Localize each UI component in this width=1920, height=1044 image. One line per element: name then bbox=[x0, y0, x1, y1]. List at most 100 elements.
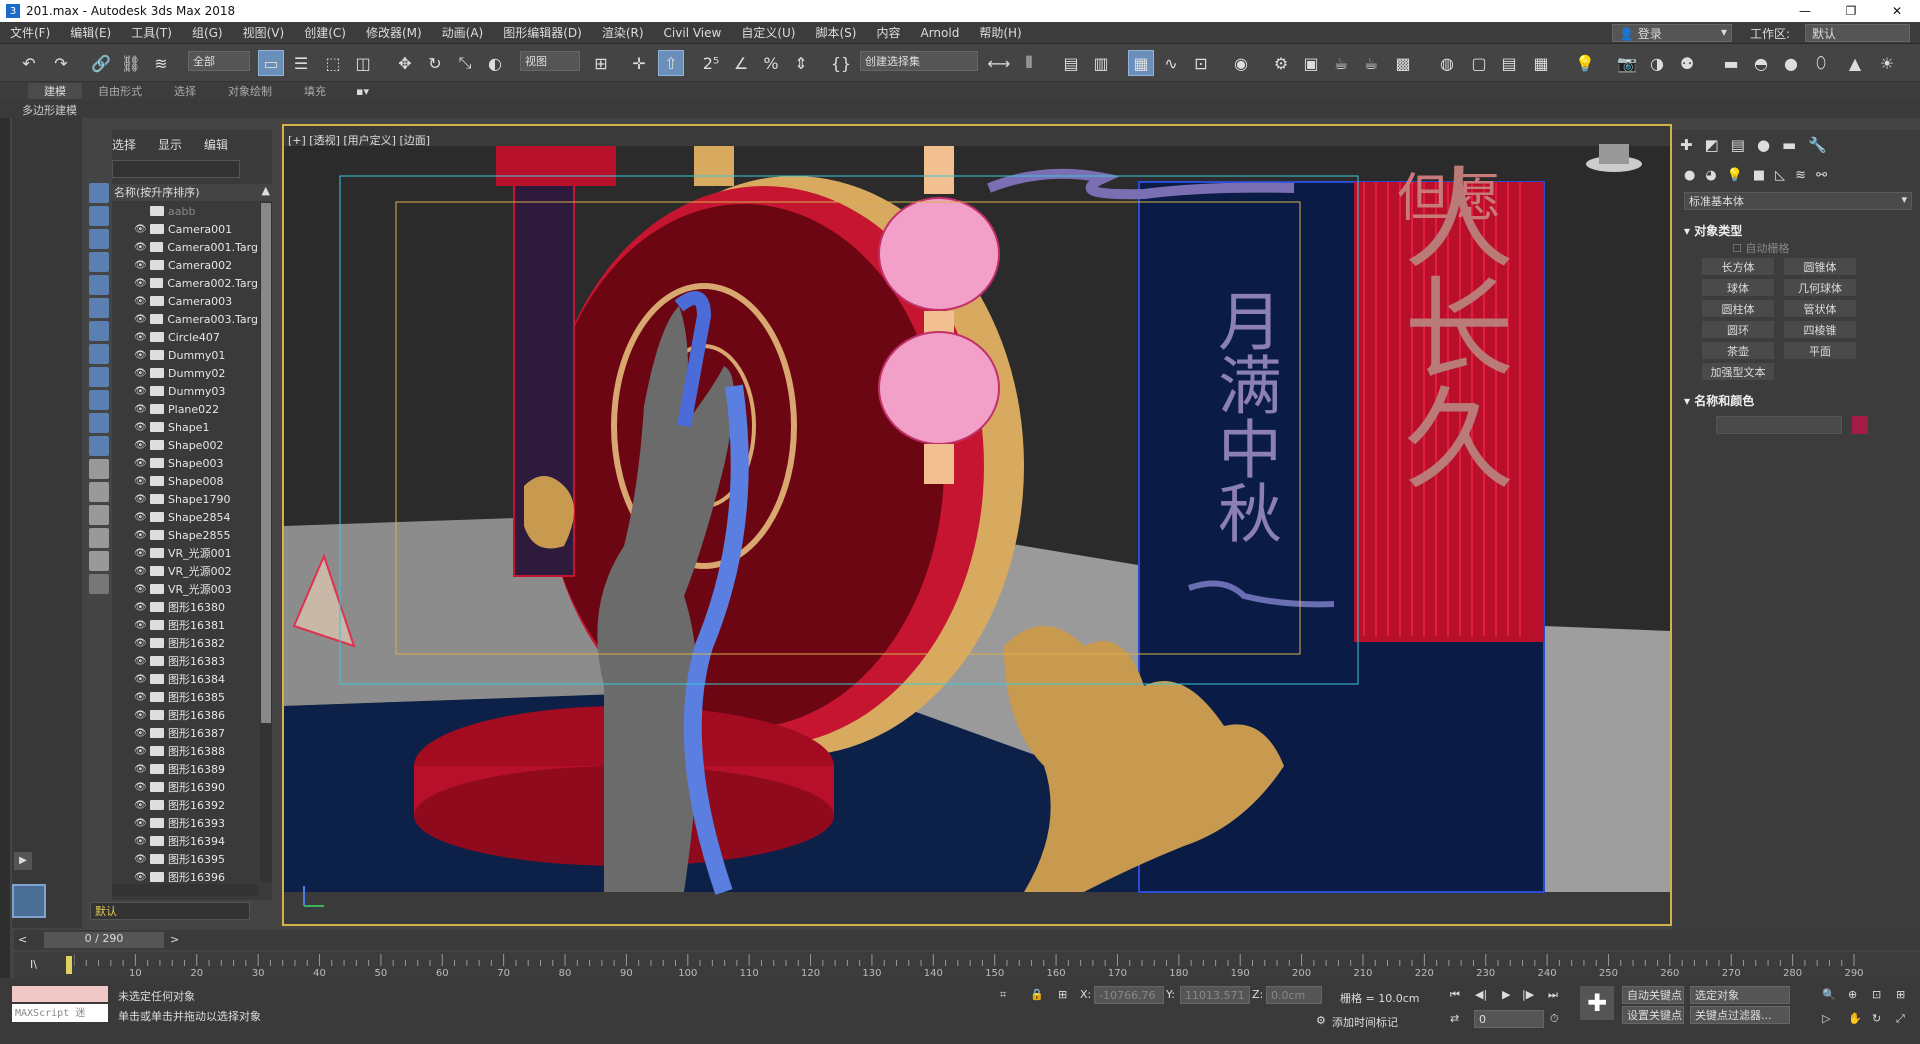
workspace-dropdown[interactable]: 默认 bbox=[1805, 24, 1910, 42]
list-item[interactable]: 👁 图形16392 bbox=[112, 796, 258, 814]
menu-rendering[interactable]: 渲染(R) bbox=[592, 24, 654, 41]
ribbon-tab-modeling[interactable]: 建模 bbox=[28, 83, 82, 99]
list-item[interactable]: 👁 Dummy02 bbox=[112, 364, 258, 382]
visibility-eye-icon[interactable]: 👁 bbox=[134, 836, 147, 847]
visibility-eye-icon[interactable]: 👁 bbox=[134, 692, 147, 703]
cylinder-button[interactable]: 圆柱体 bbox=[1702, 300, 1774, 317]
helpers-icon[interactable]: ◺ bbox=[1775, 168, 1785, 183]
display-xrefs-icon[interactable] bbox=[89, 344, 109, 364]
snaps-toggle-icon[interactable]: 2⁵ bbox=[698, 50, 724, 76]
unlink-icon[interactable]: ⛓ bbox=[118, 50, 144, 76]
selection-filter-select[interactable]: 全部 bbox=[188, 51, 250, 71]
visibility-eye-icon[interactable]: 👁 bbox=[134, 872, 147, 883]
rotate-icon[interactable]: ↻ bbox=[422, 50, 448, 76]
spacewarps-icon[interactable]: ≋ bbox=[1795, 168, 1806, 183]
track-bar[interactable]: I\ 10 20 30 40 50 60 70 80 90 100 110 120 130 140 150 1… bbox=[14, 952, 1920, 978]
reference-coordinate-select[interactable]: 视图 bbox=[520, 51, 580, 71]
filter-icon[interactable] bbox=[89, 528, 109, 548]
material-editor-icon[interactable]: ◉ bbox=[1228, 50, 1254, 76]
visibility-eye-icon[interactable]: 👁 bbox=[134, 440, 147, 451]
list-item[interactable]: 👁 图形16380 bbox=[112, 598, 258, 616]
placement-icon[interactable]: ◐ bbox=[482, 50, 508, 76]
visibility-eye-icon[interactable]: 👁 bbox=[134, 620, 147, 631]
list-item[interactable]: 👁 Shape008 bbox=[112, 472, 258, 490]
move-icon[interactable]: ✥ bbox=[392, 50, 418, 76]
list-item[interactable]: 👁 图形16389 bbox=[112, 760, 258, 778]
select-by-name-icon[interactable]: ☰ bbox=[288, 50, 314, 76]
select-none-icon[interactable] bbox=[89, 482, 109, 502]
menu-graph-editors[interactable]: 图形编辑器(D) bbox=[493, 24, 592, 41]
menu-create[interactable]: 创建(C) bbox=[294, 24, 356, 41]
list-item[interactable]: 👁 Shape1790 bbox=[112, 490, 258, 508]
scene-explorer-tab-edit[interactable]: 编辑 bbox=[204, 136, 228, 153]
menu-scripting[interactable]: 脚本(S) bbox=[805, 24, 866, 41]
close-button[interactable]: ✕ bbox=[1874, 0, 1920, 22]
ribbon-toggle-icon[interactable]: ▦ bbox=[1128, 50, 1154, 76]
menu-customize[interactable]: 自定义(U) bbox=[731, 24, 805, 41]
time-prev-icon[interactable]: < bbox=[18, 933, 27, 946]
object-type-rollout[interactable]: ▾ 对象类型 bbox=[1684, 222, 1742, 239]
isolate-selection-icon[interactable]: ⌗ bbox=[1000, 988, 1006, 1002]
visibility-eye-icon[interactable]: 👁 bbox=[134, 314, 147, 325]
redo-icon[interactable]: ↷ bbox=[48, 50, 74, 76]
orbit-icon[interactable]: ↻ bbox=[1872, 1012, 1881, 1025]
render-production-icon[interactable]: ☕ bbox=[1328, 50, 1354, 76]
visibility-eye-icon[interactable]: 👁 bbox=[134, 638, 147, 649]
named-selection-set-select[interactable]: 创建选择集 bbox=[860, 51, 978, 71]
vray-proxy-icon[interactable]: ⬯ bbox=[1808, 50, 1834, 76]
window-crossing-icon[interactable]: ◫ bbox=[350, 50, 376, 76]
visibility-eye-icon[interactable]: 👁 bbox=[134, 548, 147, 559]
visibility-eye-icon[interactable]: 👁 bbox=[134, 422, 147, 433]
display-frozen-icon[interactable] bbox=[89, 413, 109, 433]
filter-selected-icon[interactable] bbox=[89, 551, 109, 571]
folder-icon[interactable] bbox=[89, 574, 109, 594]
list-item[interactable]: 👁 VR_光源002 bbox=[112, 562, 258, 580]
visibility-eye-icon[interactable]: 👁 bbox=[134, 656, 147, 667]
ribbon-options-icon[interactable]: ▪▾ bbox=[356, 85, 369, 98]
percent-snap-icon[interactable]: % bbox=[758, 50, 784, 76]
align-icon[interactable]: ⫴ bbox=[1016, 50, 1042, 76]
list-item[interactable]: 👁 Shape2854 bbox=[112, 508, 258, 526]
prev-frame-icon[interactable]: ◀| bbox=[1475, 988, 1487, 1001]
visibility-eye-icon[interactable]: 👁 bbox=[134, 764, 147, 775]
time-next-icon[interactable]: > bbox=[170, 933, 179, 946]
display-lights-icon[interactable] bbox=[89, 229, 109, 249]
set-key-button[interactable]: ✚ bbox=[1580, 986, 1614, 1020]
menu-content[interactable]: 内容 bbox=[866, 24, 910, 41]
geometry-icon[interactable]: ● bbox=[1684, 168, 1695, 183]
menu-modifiers[interactable]: 修改器(M) bbox=[356, 24, 432, 41]
vray-fur-icon[interactable]: ◓ bbox=[1748, 50, 1774, 76]
layer-dropdown[interactable]: 默认 bbox=[90, 902, 250, 920]
list-item[interactable]: 👁 Circle407 bbox=[112, 328, 258, 346]
list-item[interactable]: 👁 Dummy03 bbox=[112, 382, 258, 400]
key-filters-button[interactable]: 关键点过滤器... bbox=[1690, 1006, 1790, 1024]
select-manipulate-icon[interactable]: ✛ bbox=[626, 50, 652, 76]
mirror-icon[interactable]: ⟷ bbox=[986, 50, 1012, 76]
list-item[interactable]: 👁 图形16396 bbox=[112, 868, 258, 882]
display-geometry-icon[interactable] bbox=[89, 183, 109, 203]
display-spacewarps-icon[interactable] bbox=[89, 298, 109, 318]
angle-snap-icon[interactable]: ∠ bbox=[728, 50, 754, 76]
render-setup-icon[interactable]: ⚙ bbox=[1268, 50, 1294, 76]
maxscript-input[interactable]: MAXScript 迷 bbox=[12, 1004, 108, 1022]
list-item[interactable]: 👁 图形16390 bbox=[112, 778, 258, 796]
x-coordinate-field[interactable]: -10766.76 bbox=[1094, 986, 1164, 1004]
field-of-view-icon[interactable]: ▷ bbox=[1822, 1012, 1830, 1025]
viewcube-box[interactable] bbox=[1599, 144, 1629, 164]
rectangular-selection-icon[interactable]: ⬚ bbox=[320, 50, 346, 76]
torus-button[interactable]: 圆环 bbox=[1702, 321, 1774, 338]
render-in-cloud-icon[interactable]: ▩ bbox=[1390, 50, 1416, 76]
arnold-render-icon[interactable]: ◍ bbox=[1434, 50, 1460, 76]
scene-object-list[interactable]: aabb 👁 Camera001 👁 Camera001.Targ 👁 Camera002 👁… bbox=[112, 202, 258, 882]
object-color-swatch[interactable] bbox=[1852, 416, 1868, 434]
list-item[interactable]: 👁 Shape2855 bbox=[112, 526, 258, 544]
hierarchy-tab-icon[interactable]: ▤ bbox=[1731, 136, 1745, 154]
rendered-frame-window-icon[interactable]: ▣ bbox=[1298, 50, 1324, 76]
list-item[interactable]: 👁 图形16384 bbox=[112, 670, 258, 688]
time-slider-frame[interactable]: 0 / 290 bbox=[44, 932, 164, 948]
list-item[interactable]: 👁 图形16394 bbox=[112, 832, 258, 850]
next-frame-icon[interactable]: |▶ bbox=[1522, 988, 1534, 1001]
maxscript-listener-mini[interactable] bbox=[12, 986, 108, 1002]
menu-help[interactable]: 帮助(H) bbox=[969, 24, 1031, 41]
perspective-viewport[interactable]: 但愿 人长久 月满中秋 bbox=[282, 124, 1672, 926]
